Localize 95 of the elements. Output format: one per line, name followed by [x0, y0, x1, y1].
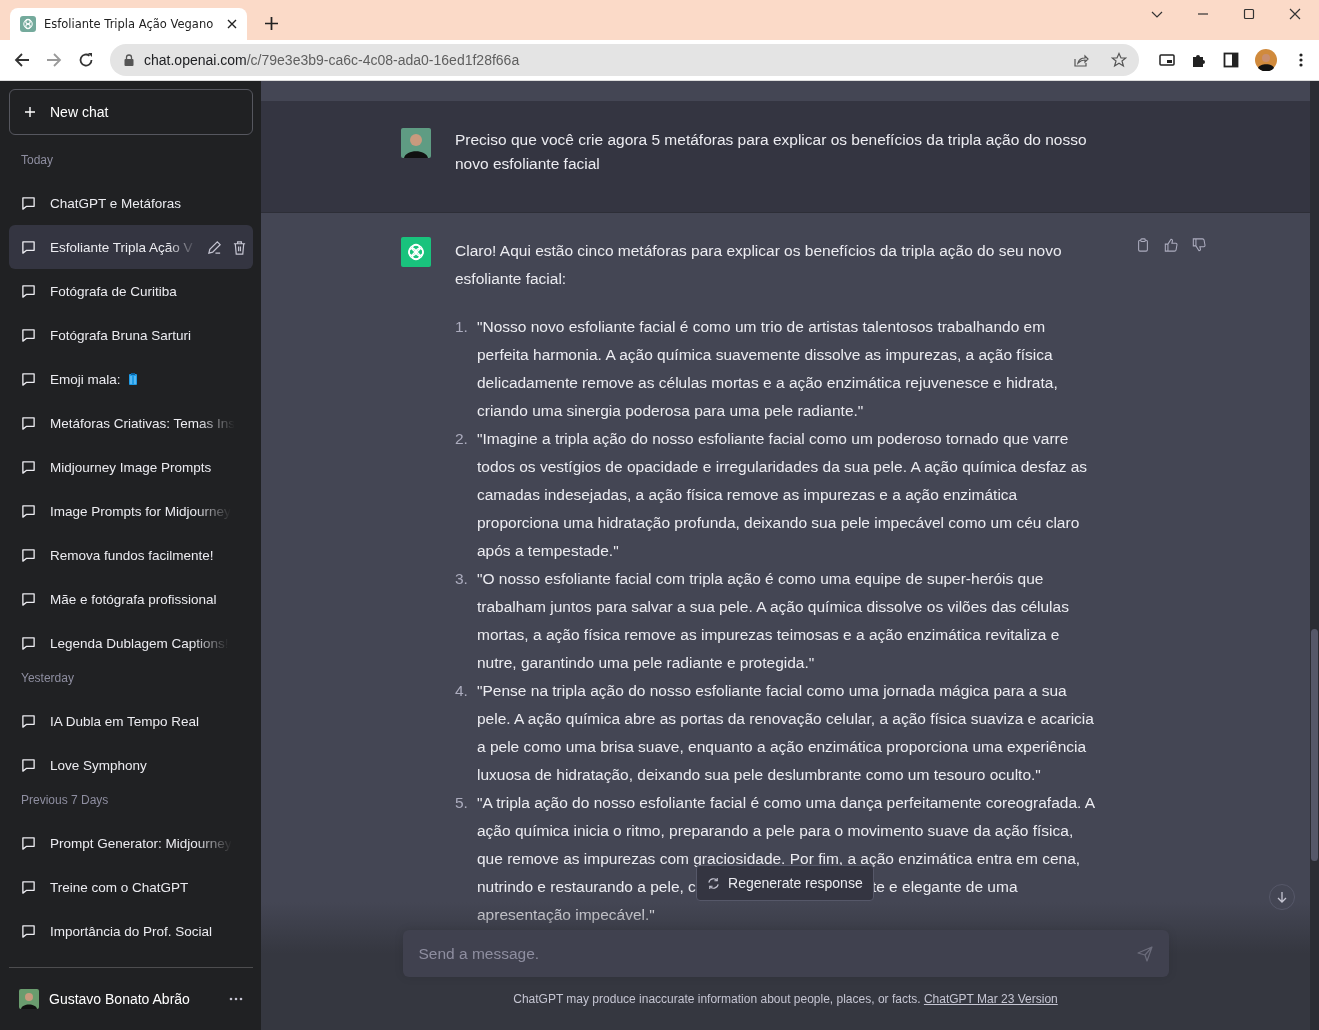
user-message: Preciso que você crie agora 5 metáforas para explicar os benefícios da tripla ação do nosso novo esfoliante facial: [455, 130, 1088, 174]
chat-title: Fotógrafa Bruna Sarturi: [50, 327, 192, 343]
chat-title: Fotógrafa de Curitiba: [50, 283, 177, 299]
chat-item[interactable]: ChatGPT e Metáforas: [9, 181, 253, 225]
tab-title: Esfoliante Tripla Ação Vegano: [44, 17, 215, 31]
back-icon[interactable]: [14, 52, 30, 68]
flower-icon: [20, 16, 36, 32]
version-link[interactable]: ChatGPT Mar 23 Version: [923, 992, 1058, 1006]
address-bar[interactable]: chat.openai.com/c/79e3e3b9-ca6c-4c08-ada0-16ed1f28f66a: [110, 44, 1139, 76]
chat-item[interactable]: IA Dubla em Tempo Real: [9, 699, 253, 743]
chat-item[interactable]: Fotógrafa Bruna Sarturi: [9, 313, 253, 357]
arrow-down-icon: [1276, 891, 1288, 903]
puzzle-icon[interactable]: [1191, 52, 1207, 68]
new-chat-button[interactable]: New chat: [9, 89, 253, 135]
edit-icon[interactable]: [206, 239, 222, 255]
list-item-text: "Pense na tripla ação do nosso esfoliante facial como uma jornada mágica para a sua pele. A ação química abre as portas da renovação celular, a ação física suaviza e acaricia a pele como uma brisa suave, enquanto a ação enzimática proporciona uma experiência luxuosa de hidratação, deixando sua pele deslumbrante como um tesouro oculto.": [477, 681, 1095, 785]
chat-title: Love Symphony: [50, 757, 147, 773]
chat-bubble-icon: [21, 195, 36, 211]
scrollbar[interactable]: [1311, 629, 1318, 861]
chat-bubble-icon: [21, 239, 36, 255]
chat-title: Midjourney Image Prompts: [50, 459, 212, 475]
side-panel-icon[interactable]: [1223, 52, 1239, 68]
chat-bubble-icon: [21, 591, 36, 607]
list-item-text: "O nosso esfoliante facial com tripla ação é como uma equipe de super-heróis que trabalham juntos para salvar a sua pele. A ação química dissolve os vilões das células mortas, a ação física remove as impurezas teimosas e a ação enzimática revitaliza e nutre, garantindo uma pele radiante e protegida.": [477, 569, 1070, 673]
chat-title: Mãe e fotógrafa profissional: [50, 591, 217, 607]
chat-title: Treine com o ChatGPT: [50, 879, 189, 895]
list-item-text: "Imagine a tripla ação do nosso esfoliante facial como um poderoso tornado que varre todos os vestígios de opacidade e irregularidades da sua pele. A ação química desfaz as camadas indesejadas, a ação física remove as impurezas e a ação enzimática proporciona uma hidratação profunda, deixando sua pele impecável como um céu claro após a tempestade.": [477, 429, 1089, 561]
section-label: Today: [20, 152, 55, 169]
close-icon[interactable]: [1289, 8, 1301, 20]
share-icon[interactable]: [1073, 52, 1089, 68]
avatar[interactable]: [1255, 49, 1277, 71]
thumbs-up-icon[interactable]: [1164, 237, 1178, 253]
chat-title: Emoji mala:: [50, 371, 121, 387]
chat-bubble-icon: [21, 371, 36, 387]
chat-item[interactable]: Metáforas Criativas: Temas Ins: [9, 401, 253, 445]
chat-bubble-icon: [21, 923, 36, 939]
chat-title: Esfoliante Tripla Ação V: [50, 239, 194, 255]
chat-title: IA Dubla em Tempo Real: [50, 713, 200, 729]
chat-bubble-icon: [21, 327, 36, 343]
chat-item[interactable]: Esfoliante Tripla Ação V: [9, 225, 253, 269]
browser-tab[interactable]: Esfoliante Tripla Ação Vegano: [10, 8, 247, 40]
clipboard-icon[interactable]: [1136, 237, 1150, 253]
chat-item[interactable]: Emoji mala:: [9, 357, 253, 401]
chat-bubble-icon: [21, 503, 36, 519]
list-number: 1.: [455, 317, 469, 337]
refresh-icon: [707, 876, 721, 890]
section-label: Previous 7 Days: [20, 792, 110, 809]
new-tab-icon[interactable]: [265, 17, 278, 30]
chat-item[interactable]: Treine com o ChatGPT: [9, 865, 253, 909]
reload-icon[interactable]: [78, 52, 94, 68]
list-item-text: "Nosso novo esfoliante facial é como um trio de artistas talentosos trabalhando em perfeita harmonia. A ação química suavemente dissolve as impurezas, a ação física delicadamente remove as células mortas e a ação enzimática rejuvenesce e hidrata, criando uma sinergia poderosa para uma pele radiante.": [477, 317, 1059, 421]
more-icon[interactable]: [229, 997, 243, 1001]
chat-item[interactable]: Importância do Prof. Social: [9, 909, 253, 953]
chat-item[interactable]: Love Symphony: [9, 743, 253, 787]
list-number: 4.: [455, 681, 469, 701]
chat-bubble-icon: [21, 283, 36, 299]
chat-item[interactable]: Legenda Dublagem Captions!: [9, 621, 253, 665]
chat-title: Metáforas Criativas: Temas Ins: [50, 415, 236, 431]
section-label: Yesterday: [20, 670, 75, 687]
close-icon[interactable]: [227, 19, 237, 29]
chat-item[interactable]: Mãe e fotógrafa profissional: [9, 577, 253, 621]
picture-in-picture-icon[interactable]: [1159, 52, 1175, 68]
chat-item[interactable]: Midjourney Image Prompts: [9, 445, 253, 489]
url-text: chat.openai.com/c/79e3e3b9-ca6c-4c08-ada0-16ed1f28f66a: [144, 52, 520, 68]
chat-item[interactable]: Remova fundos facilmente!: [9, 533, 253, 577]
disclaimer-text: ChatGPT may produce inaccurate information about people, places, or facts. ChatGPT Mar 23 Version: [513, 992, 1058, 1006]
chat-title: Importância do Prof. Social: [50, 923, 213, 939]
chat-title: ChatGPT e Metáforas: [50, 195, 182, 211]
list-number: 5.: [455, 793, 469, 813]
chat-title: Remova fundos facilmente!: [50, 547, 214, 563]
avatar: [19, 989, 39, 1009]
chat-bubble-icon: [21, 835, 36, 851]
chat-bubble-icon: [21, 879, 36, 895]
suitcase-icon: [128, 373, 137, 385]
trash-icon[interactable]: [231, 239, 247, 255]
chat-item[interactable]: Fotógrafa de Curitiba: [9, 269, 253, 313]
chat-bubble-icon: [21, 757, 36, 773]
thumbs-down-icon[interactable]: [1192, 237, 1206, 253]
account-button[interactable]: Gustavo Bonato Abrão: [9, 967, 253, 1030]
list-number: 3.: [455, 569, 469, 589]
message-input[interactable]: Send a message.: [402, 930, 1169, 977]
chat-title: Legenda Dublagem Captions!: [50, 635, 229, 651]
chat-bubble-icon: [21, 713, 36, 729]
star-icon[interactable]: [1111, 52, 1127, 68]
assistant-message: Claro! Aqui estão cinco metáforas para explicar os benefícios da tripla ação do seu novo esfoliante facial:: [455, 241, 1063, 289]
plus-icon: [24, 106, 36, 118]
avatar: [401, 128, 431, 158]
lock-icon: [124, 54, 134, 66]
maximize-icon[interactable]: [1243, 8, 1255, 20]
list-number: 2.: [455, 429, 469, 449]
chat-bubble-icon: [21, 459, 36, 475]
chat-bubble-icon: [21, 415, 36, 431]
assistant-avatar: [401, 237, 431, 267]
chat-bubble-icon: [21, 547, 36, 563]
chat-bubble-icon: [21, 635, 36, 651]
